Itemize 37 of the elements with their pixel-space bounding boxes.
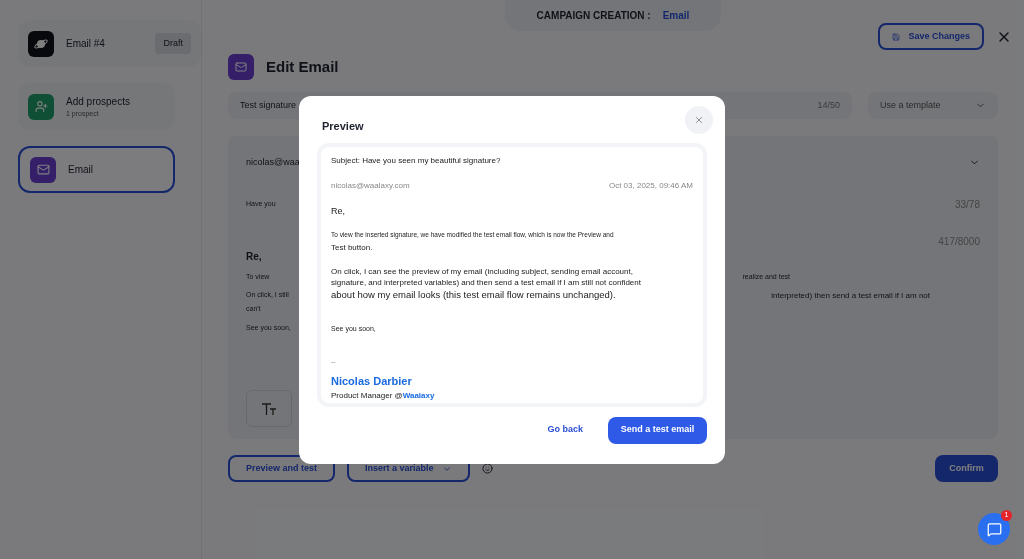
back-button[interactable]: Go back <box>547 423 583 437</box>
send-test-button[interactable]: Send a test email <box>608 416 707 444</box>
chat-icon <box>986 521 1002 537</box>
step-title: Email #4 <box>66 37 106 51</box>
name-value: Test signature <box>240 98 297 112</box>
emoji-icon[interactable] <box>481 463 493 474</box>
email-paragraph: about how my email looks (this test email flow remains unchanged). <box>331 287 617 302</box>
step-card[interactable]: Email <box>18 146 175 193</box>
signature-name: Nicolas Darbier <box>331 374 413 389</box>
sender-value: nicolas@waa <box>246 156 300 169</box>
mail-icon <box>228 54 254 80</box>
user-add-icon <box>28 93 54 120</box>
email-paragraph: On click, I can see the preview of my email (including subject, sending email account, signature, and interpreted variables) and then send a test email if I am still not confident <box>331 265 642 288</box>
save-button[interactable]: Save Changes <box>878 23 984 50</box>
page-title: Edit Email <box>266 56 339 77</box>
text-size-icon <box>261 401 277 416</box>
body-text: Re, <box>246 249 262 264</box>
email-sender: nicolas@waalaxy.com <box>331 179 410 192</box>
dialog-title: Preview <box>322 119 364 134</box>
template-select[interactable]: Use a template <box>868 92 998 119</box>
header-value: Email <box>662 9 690 23</box>
text-format-button[interactable] <box>246 390 292 427</box>
step-card[interactable]: Email #4 Draft <box>18 20 201 67</box>
confirm-button[interactable]: Confirm <box>935 455 998 482</box>
email-paragraph: Test button. <box>331 241 374 254</box>
close-icon <box>694 115 704 125</box>
email-greeting: Re, <box>331 204 346 218</box>
step-title: Add prospects <box>66 94 131 109</box>
header-label: CAMPAIGN CREATION : <box>536 9 651 23</box>
save-icon <box>892 32 901 41</box>
signature-role: Product Manager @Waalaxy <box>331 389 436 402</box>
email-date: Oct 03, 2025, 09:46 AM <box>608 179 693 192</box>
planet-icon <box>28 30 54 57</box>
mail-icon <box>30 156 56 183</box>
status-badge: Draft <box>155 32 191 55</box>
email-subject: Subject: Have you seen my beautiful signature? <box>331 154 502 167</box>
step-title: Email <box>68 163 94 177</box>
